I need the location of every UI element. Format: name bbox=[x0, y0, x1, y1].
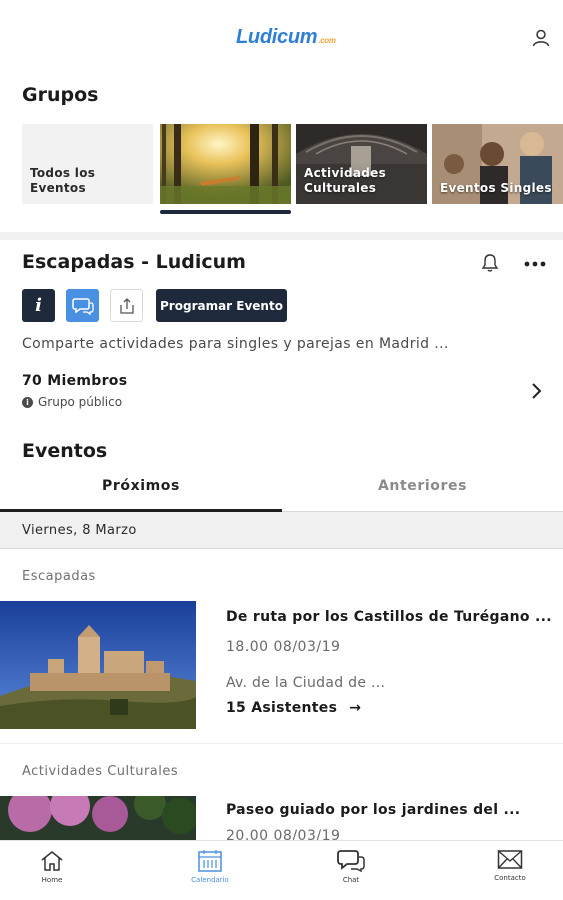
event-separator bbox=[0, 743, 563, 744]
members-count[interactable]: 70 Miembros bbox=[22, 373, 127, 389]
info-small-icon: i bbox=[22, 396, 33, 408]
event-category: Actividades Culturales bbox=[22, 764, 179, 779]
event-attendees[interactable]: 15 Asistentes → bbox=[226, 700, 361, 716]
group-card-all-events[interactable]: Todos los Eventos bbox=[22, 124, 153, 204]
group-name: Escapadas - Ludicum bbox=[22, 251, 246, 273]
chevron-right-icon[interactable] bbox=[528, 382, 544, 400]
nav-chat[interactable]: Chat bbox=[311, 849, 391, 897]
visibility-label: Grupo público bbox=[38, 395, 123, 409]
event-time: 18.00 08/03/19 bbox=[226, 639, 341, 655]
tab-anteriores[interactable]: Anteriores bbox=[378, 478, 467, 494]
date-label: Viernes, 8 Marzo bbox=[22, 523, 137, 538]
home-icon bbox=[41, 851, 63, 871]
calendar-icon bbox=[198, 850, 222, 872]
group-selected-indicator bbox=[160, 210, 291, 214]
group-visibility: i Grupo público bbox=[22, 395, 122, 409]
event-title[interactable]: Paseo guiado por los jardines del ... bbox=[226, 802, 520, 818]
event-place: Av. de la Ciudad de ... bbox=[226, 675, 386, 691]
tab-proximos[interactable]: Próximos bbox=[102, 478, 180, 494]
event-image[interactable] bbox=[0, 796, 196, 840]
date-header: Viernes, 8 Marzo bbox=[0, 512, 563, 549]
chat-button[interactable] bbox=[66, 289, 99, 322]
event-category: Escapadas bbox=[22, 569, 96, 584]
nav-contacto[interactable]: Contacto bbox=[470, 849, 550, 897]
group-card-escapadas[interactable] bbox=[160, 124, 291, 204]
attendees-label: 15 Asistentes bbox=[226, 700, 338, 716]
groups-title: Grupos bbox=[22, 84, 99, 106]
bell-icon[interactable] bbox=[481, 253, 499, 273]
group-card-eventos-singles[interactable]: Eventos Singles bbox=[432, 124, 563, 204]
nav-label: Calendario bbox=[191, 876, 229, 884]
ludicum-logo[interactable]: Ludicum.com bbox=[236, 26, 336, 49]
share-button[interactable] bbox=[110, 289, 143, 322]
group-card-label: Eventos Singles bbox=[440, 181, 552, 195]
top-bar: Ludicum.com bbox=[0, 0, 563, 68]
nav-calendario[interactable]: Calendario bbox=[170, 849, 250, 897]
info-button[interactable]: i bbox=[22, 289, 55, 322]
program-event-button[interactable]: Programar Evento bbox=[156, 289, 287, 322]
mail-icon bbox=[497, 850, 523, 869]
info-icon: i bbox=[35, 295, 42, 316]
nav-home[interactable]: Home bbox=[12, 849, 92, 897]
castle-image bbox=[0, 601, 196, 729]
group-description: Comparte actividades para singles y pare… bbox=[22, 336, 449, 352]
event-image[interactable] bbox=[0, 601, 196, 729]
groups-carousel[interactable]: Todos los Eventos Actividades Culturales… bbox=[22, 124, 563, 214]
chat-icon bbox=[337, 850, 365, 873]
chat-icon bbox=[71, 297, 94, 315]
group-card-label: Todos los Eventos bbox=[30, 166, 96, 195]
nav-label: Home bbox=[41, 876, 63, 884]
group-card-actividades-culturales[interactable]: Actividades Culturales bbox=[296, 124, 427, 204]
bottom-navigation: Home Calendario Chat Contacto bbox=[0, 840, 563, 900]
events-tabs: Próximos Anteriores bbox=[0, 478, 563, 512]
more-icon[interactable] bbox=[524, 260, 546, 268]
section-divider bbox=[0, 232, 563, 240]
share-icon bbox=[119, 297, 134, 314]
events-title: Eventos bbox=[22, 440, 108, 462]
event-title[interactable]: De ruta por los Castillos de Turégano ..… bbox=[226, 609, 552, 625]
nav-label: Chat bbox=[342, 876, 360, 884]
forest-image bbox=[160, 124, 291, 204]
group-card-label: Actividades Culturales bbox=[304, 166, 387, 195]
arrow-right-icon: → bbox=[349, 700, 362, 716]
nav-label: Contacto bbox=[494, 874, 526, 882]
event-time: 20.00 08/03/19 bbox=[226, 828, 341, 840]
garden-image bbox=[0, 796, 196, 840]
user-icon[interactable] bbox=[531, 28, 551, 48]
